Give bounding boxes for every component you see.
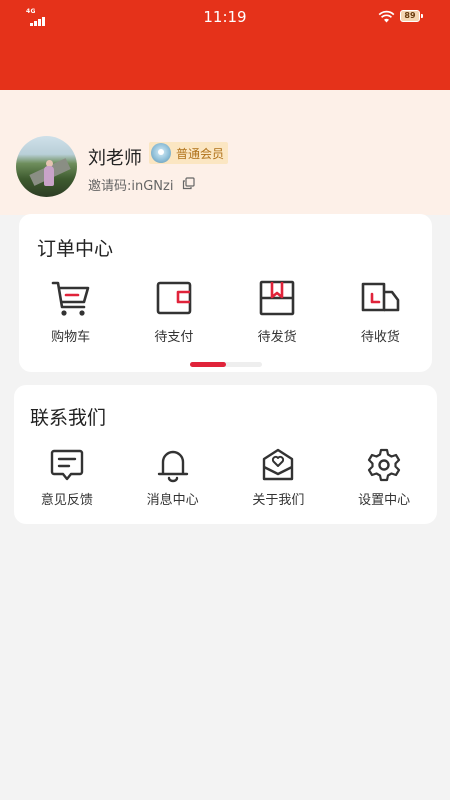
contact-item-label: 设置中心 [358,493,411,508]
bell-icon [157,450,188,483]
invite-code: 邀请码:inGNzi [88,179,174,194]
battery-level: 89 [404,11,416,20]
copy-icon[interactable] [182,177,195,190]
user-name: 刘老师 [88,148,142,169]
heart-envelope-icon [263,448,294,481]
contact-shortcuts: 意见反馈 消息中心 关于我们 设置中心 [14,447,437,508]
contact-item-label: 关于我们 [252,493,305,508]
truck-icon [362,282,400,312]
contact-item-settings[interactable]: 设置中心 [331,447,437,508]
invite-code-row: 邀请码:inGNzi [88,175,195,194]
wifi-icon [378,10,395,23]
contact-us-title: 联系我们 [30,407,107,429]
order-item-pending-receipt[interactable]: 待收货 [329,278,432,345]
contact-item-label: 意见反馈 [40,493,93,508]
box-icon [259,280,295,316]
order-item-pending-shipment[interactable]: 待发货 [226,278,329,345]
status-bar: 4G 11:19 89 [0,0,450,90]
order-item-label: 待收货 [360,330,400,345]
page-indicator-active [190,362,226,367]
cart-icon [51,281,89,316]
page-indicator [190,362,262,367]
order-item-label: 购物车 [51,330,91,345]
avatar[interactable] [16,136,77,197]
contact-us-card: 联系我们 意见反馈 消息中心 关于我们 设置中心 [14,385,437,524]
contact-item-feedback[interactable]: 意见反馈 [14,447,120,508]
order-item-cart[interactable]: 购物车 [19,278,122,345]
member-level-label: 普通会员 [176,147,225,161]
medal-icon [151,143,171,163]
order-item-label: 待发货 [257,330,297,345]
order-center-card: 订单中心 购物车 待支付 待发货 待收货 [19,214,432,372]
profile-header: 刘老师 普通会员 邀请码:inGNzi [0,90,450,215]
order-shortcuts: 购物车 待支付 待发货 待收货 [19,278,432,345]
order-item-pending-payment[interactable]: 待支付 [122,278,225,345]
battery-icon: 89 [400,10,423,22]
feedback-icon [50,449,84,481]
contact-item-label: 消息中心 [146,493,199,508]
order-item-label: 待支付 [154,330,194,345]
gear-icon [368,448,401,482]
contact-item-messages[interactable]: 消息中心 [120,447,226,508]
wallet-icon [156,281,192,315]
member-badge: 普通会员 [149,142,228,164]
contact-item-about[interactable]: 关于我们 [226,447,332,508]
order-center-title: 订单中心 [37,238,114,260]
